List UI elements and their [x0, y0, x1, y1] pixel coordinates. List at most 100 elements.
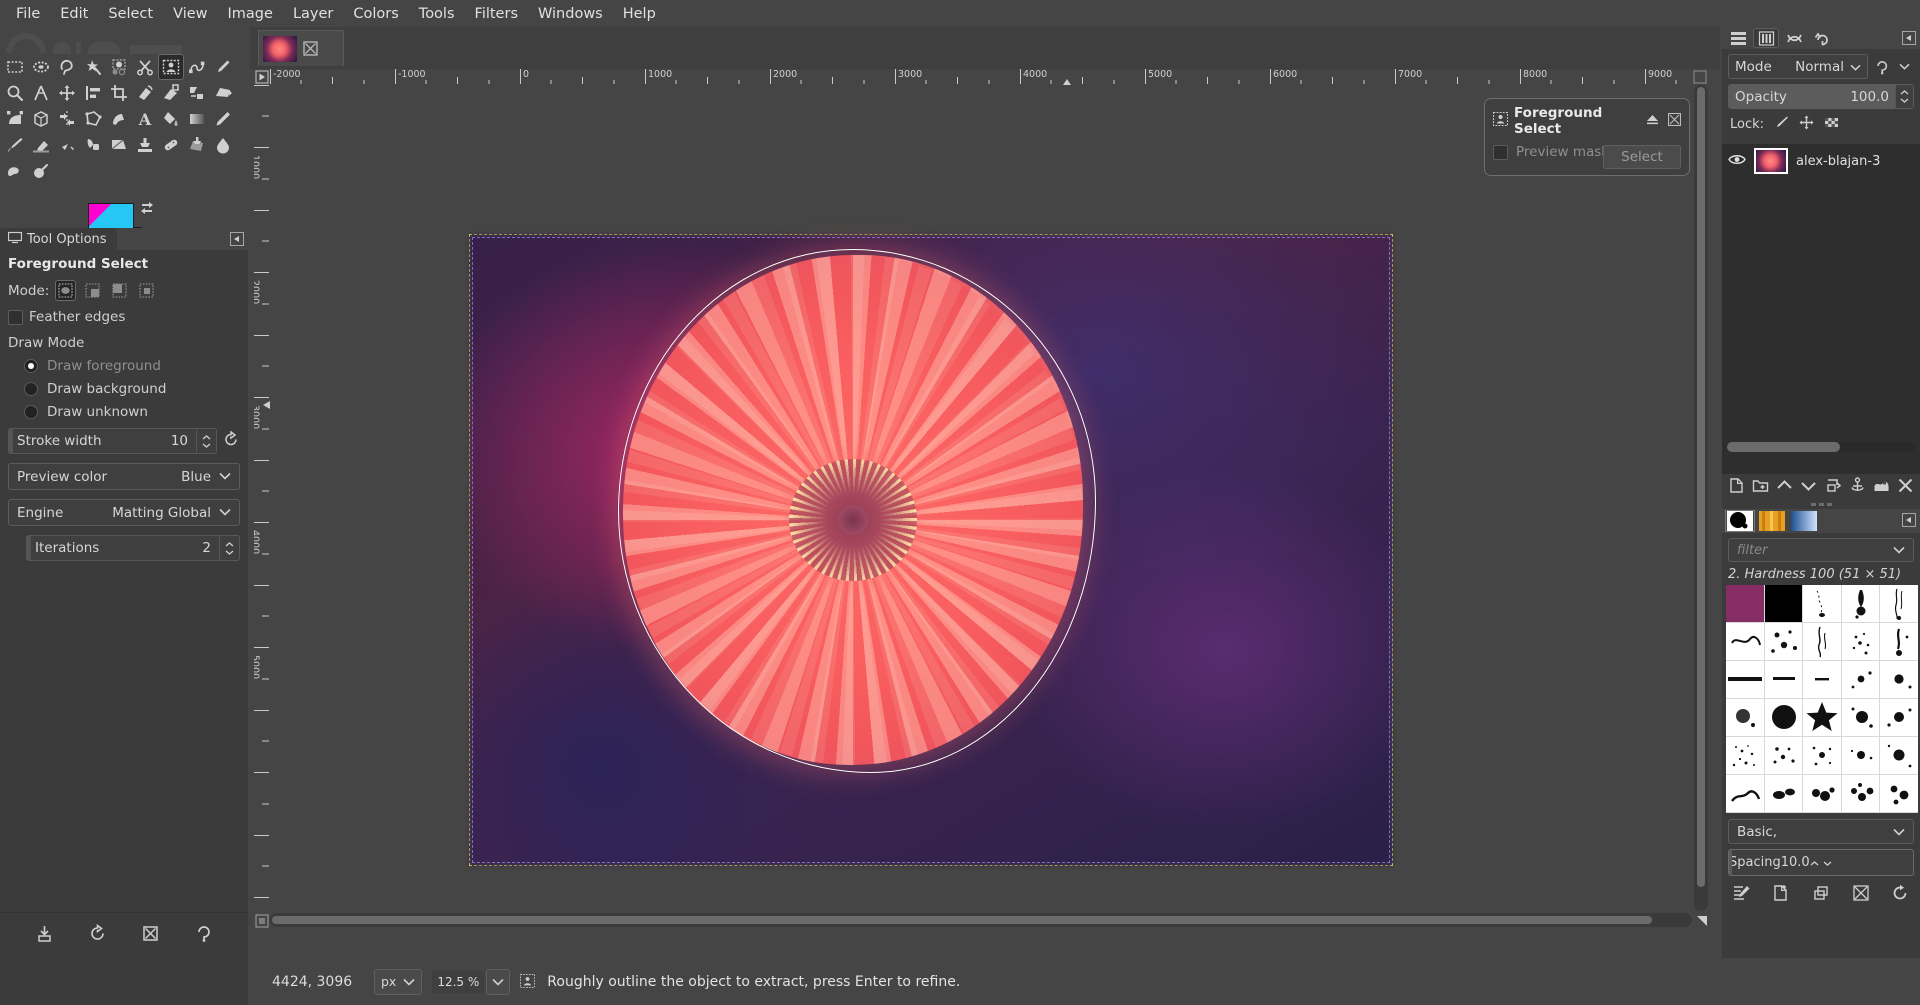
menu-select[interactable]: Select	[98, 3, 163, 25]
image-tab[interactable]	[258, 30, 344, 66]
brush-cell[interactable]	[1803, 737, 1842, 775]
swap-colors-icon[interactable]	[140, 201, 154, 215]
anchor-layer-icon[interactable]	[1849, 476, 1866, 498]
tab-gradients[interactable]	[1789, 510, 1819, 532]
new-layer-group-icon[interactable]	[1752, 477, 1769, 498]
menu-edit[interactable]: Edit	[50, 3, 98, 25]
mode-intersect-button[interactable]	[136, 280, 157, 301]
brush-cell[interactable]	[1841, 775, 1880, 813]
tool-flip[interactable]	[54, 106, 80, 132]
brush-cell[interactable]	[1764, 775, 1803, 813]
tool-zoom[interactable]	[2, 80, 28, 106]
layers-list[interactable]: alex-blajan-3	[1722, 144, 1920, 474]
layers-dock-menu-button[interactable]	[1902, 31, 1916, 45]
zoom-value[interactable]: 12.5 %	[432, 970, 485, 993]
zoom-selector[interactable]: 12.5 %	[432, 968, 511, 995]
brush-cell[interactable]	[1803, 623, 1842, 661]
brush-cell[interactable]	[1726, 585, 1765, 623]
image-canvas[interactable]	[469, 234, 1393, 866]
menu-windows[interactable]: Windows	[528, 3, 613, 25]
tool-shear[interactable]	[184, 80, 210, 106]
iterations-spinner[interactable]: Iterations 2	[26, 535, 240, 561]
stroke-width-reset-icon[interactable]	[223, 430, 240, 452]
tool-perspective[interactable]	[210, 80, 236, 106]
tool-smudge[interactable]	[2, 158, 28, 184]
delete-layer-icon[interactable]	[1897, 477, 1914, 498]
tool-warp-transform[interactable]	[106, 106, 132, 132]
brush-cell[interactable]	[1726, 775, 1765, 813]
vertical-ruler[interactable]: 1000 2000 3000 4000 5000	[254, 85, 270, 911]
brush-cell[interactable]	[1841, 737, 1880, 775]
merge-down-icon[interactable]	[1873, 477, 1890, 498]
canvas-hscrollbar[interactable]	[270, 913, 1692, 927]
delete-brush-icon[interactable]	[1852, 884, 1870, 906]
feather-edges-row[interactable]: Feather edges	[8, 309, 240, 325]
brush-cell[interactable]	[1764, 661, 1803, 699]
draw-background-radio[interactable]	[24, 382, 38, 396]
tool-scissors-select[interactable]	[132, 54, 158, 80]
horizontal-ruler[interactable]: -2000 -1000 0 1000 2000 3000 4000 5000 6…	[270, 69, 1692, 85]
close-icon[interactable]	[303, 41, 318, 56]
tab-patterns[interactable]	[1757, 510, 1787, 532]
menu-view[interactable]: View	[163, 3, 217, 25]
layer-row[interactable]: alex-blajan-3	[1722, 144, 1920, 178]
tool-fuzzy-select[interactable]	[80, 54, 106, 80]
tool-foreground-select[interactable]	[158, 54, 184, 80]
tool-ink[interactable]	[80, 132, 106, 158]
tool-mypaint-brush[interactable]	[106, 132, 132, 158]
brush-cell[interactable]	[1880, 737, 1918, 775]
menu-filters[interactable]: Filters	[465, 3, 528, 25]
engine-combo[interactable]: Engine Matting Global	[8, 499, 240, 526]
tool-clone[interactable]	[132, 132, 158, 158]
canvas-viewport[interactable]	[270, 85, 1692, 911]
tool-select-by-color[interactable]	[106, 54, 132, 80]
tab-undo-history[interactable]	[1809, 28, 1835, 48]
chevron-down-icon[interactable]	[1893, 543, 1905, 558]
mode-subtract-button[interactable]	[109, 280, 130, 301]
menu-layer[interactable]: Layer	[283, 3, 343, 25]
menu-file[interactable]: File	[6, 3, 50, 25]
tool-paintbrush[interactable]	[2, 132, 28, 158]
tool-rect-select[interactable]	[2, 54, 28, 80]
brush-cell[interactable]	[1841, 623, 1880, 661]
draw-unknown-row[interactable]: Draw unknown	[24, 404, 240, 420]
draw-unknown-radio[interactable]	[24, 405, 38, 419]
brush-cell[interactable]	[1880, 699, 1918, 737]
duplicate-brush-icon[interactable]	[1812, 884, 1830, 906]
mode-options-chevron-icon[interactable]	[1895, 55, 1914, 78]
tool-ellipse-select[interactable]	[28, 54, 54, 80]
lock-pixels-icon[interactable]	[1774, 115, 1789, 134]
brush-cell[interactable]	[1726, 661, 1765, 699]
tool-heal[interactable]	[158, 132, 184, 158]
brush-cell[interactable]	[1803, 775, 1842, 813]
draw-foreground-radio[interactable]	[24, 359, 38, 373]
tool-crop[interactable]	[106, 80, 132, 106]
menu-tools[interactable]: Tools	[409, 3, 465, 25]
collapse-icon[interactable]	[1646, 113, 1659, 129]
tab-paths[interactable]	[1781, 28, 1807, 48]
brushes-dock-menu-button[interactable]	[1902, 513, 1916, 527]
quickmask-toggle[interactable]	[254, 913, 270, 929]
tool-pencil[interactable]	[210, 106, 236, 132]
brush-cell[interactable]	[1880, 661, 1918, 699]
menu-help[interactable]: Help	[613, 3, 666, 25]
brush-cell[interactable]	[1803, 661, 1842, 699]
tool-bucket-fill[interactable]	[158, 106, 184, 132]
brush-cell[interactable]	[1764, 699, 1803, 737]
tool-measure[interactable]	[28, 80, 54, 106]
brush-cell[interactable]	[1841, 585, 1880, 623]
preview-color-combo[interactable]: Preview color Blue	[8, 463, 240, 490]
edit-brush-icon[interactable]	[1733, 884, 1751, 906]
restore-tool-preset-icon[interactable]	[88, 923, 107, 947]
tool-gradient[interactable]	[184, 106, 210, 132]
lock-position-icon[interactable]	[1799, 115, 1814, 134]
preview-mask-checkbox[interactable]	[1493, 144, 1508, 160]
new-layer-icon[interactable]	[1728, 477, 1745, 498]
dock-menu-button[interactable]	[230, 232, 244, 246]
brush-cell[interactable]	[1726, 623, 1765, 661]
brush-cell[interactable]	[1880, 623, 1918, 661]
menu-colors[interactable]: Colors	[343, 3, 408, 25]
lower-layer-icon[interactable]	[1800, 477, 1817, 498]
layer-visibility-icon[interactable]	[1728, 153, 1746, 170]
stroke-width-spinner[interactable]: Stroke width 10	[8, 428, 217, 454]
